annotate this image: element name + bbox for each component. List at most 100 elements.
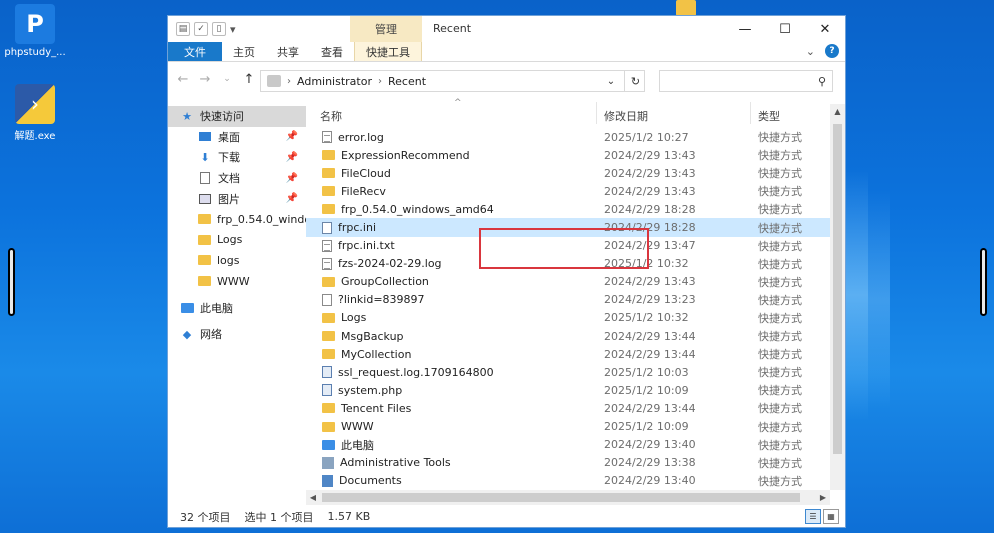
file-row[interactable]: Logs 2025/1/2 10:32 快捷方式 bbox=[306, 309, 830, 327]
file-row[interactable]: GroupCollection 2024/2/29 13:43 快捷方式 bbox=[306, 273, 830, 291]
forward-arrow-icon[interactable]: → bbox=[196, 72, 214, 87]
address-dropdown-icon[interactable]: ⌄ bbox=[600, 70, 622, 92]
file-date: 2024/2/29 13:43 bbox=[604, 184, 696, 198]
file-row[interactable]: WWW 2025/1/2 10:09 快捷方式 bbox=[306, 418, 830, 436]
column-date[interactable]: 修改日期 bbox=[604, 108, 648, 124]
check-icon[interactable]: ✓ bbox=[194, 22, 208, 36]
phpstudy-icon: P bbox=[15, 4, 55, 44]
nav-desktop[interactable]: 桌面 📌 bbox=[168, 127, 306, 148]
status-bar: 32 个项目 选中 1 个项目 1.57 KB ☰ ▦ bbox=[168, 506, 845, 527]
search-box[interactable]: ⚲ bbox=[659, 70, 833, 92]
title-bar[interactable]: ▤ ✓ ▯ ▾ 管理 Recent — ☐ ✕ bbox=[168, 16, 845, 42]
nav-item-label: WWW bbox=[217, 274, 250, 288]
column-type[interactable]: 类型 bbox=[758, 108, 780, 124]
scroll-right-icon[interactable]: ▶ bbox=[816, 490, 830, 505]
tab-home[interactable]: 主页 bbox=[222, 42, 266, 61]
properties-icon[interactable]: ▤ bbox=[176, 22, 190, 36]
file-name-label: FileCloud bbox=[341, 166, 391, 180]
desktop-icon-exe[interactable]: › 解题.exe bbox=[0, 84, 70, 142]
file-date: 2025/1/2 10:09 bbox=[604, 383, 689, 397]
file-name: 此电脑 bbox=[322, 437, 374, 453]
nav-quick-access[interactable]: ★ 快速访问 bbox=[168, 106, 306, 127]
file-name-label: frpc.ini bbox=[338, 221, 377, 235]
nav-documents[interactable]: 文档 📌 bbox=[168, 168, 306, 189]
file-row[interactable]: MyCollection 2024/2/29 13:44 快捷方式 bbox=[306, 345, 830, 363]
file-name: ExpressionRecommend bbox=[322, 149, 470, 162]
address-bar[interactable]: › Administrator › Recent bbox=[260, 70, 645, 92]
up-arrow-icon[interactable]: ↑ bbox=[240, 72, 258, 87]
nav-folder-www[interactable]: WWW bbox=[168, 271, 306, 292]
file-rows: error.log 2025/1/2 10:27 快捷方式 ExpressionRec… bbox=[306, 128, 830, 490]
ribbon-expand-icon[interactable]: ⌄ bbox=[806, 45, 815, 58]
nav-pictures[interactable]: 图片 📌 bbox=[168, 188, 306, 209]
file-row[interactable]: Tencent Files 2024/2/29 13:44 快捷方式 bbox=[306, 399, 830, 417]
desktop-icon-phpstudy[interactable]: P phpstudy_... bbox=[0, 4, 70, 58]
file-row[interactable]: frpc.ini.txt 2024/2/29 13:47 快捷方式 bbox=[306, 237, 830, 255]
file-row[interactable]: Administrative Tools 2024/2/29 13:38 快捷方式 bbox=[306, 454, 830, 472]
details-view-icon[interactable]: ☰ bbox=[805, 509, 821, 524]
file-row[interactable]: error.log 2025/1/2 10:27 快捷方式 bbox=[306, 128, 830, 146]
nav-network[interactable]: ◆ 网络 bbox=[168, 324, 306, 345]
file-name: error.log bbox=[322, 131, 384, 144]
file-date: 2025/1/2 10:27 bbox=[604, 130, 689, 144]
file-row[interactable]: ?linkid=839897 2024/2/29 13:23 快捷方式 bbox=[306, 291, 830, 309]
scroll-left-icon[interactable]: ◀ bbox=[306, 490, 320, 505]
chevron-right-icon[interactable]: › bbox=[378, 76, 382, 87]
tab-shortcut-tools[interactable]: 快捷工具 bbox=[354, 42, 422, 61]
nav-folder-logs-lower[interactable]: logs bbox=[168, 250, 306, 271]
desktop-icon-label: phpstudy_... bbox=[4, 47, 66, 58]
tab-share[interactable]: 共享 bbox=[266, 42, 310, 61]
refresh-icon[interactable]: ↻ bbox=[624, 70, 646, 92]
large-icons-view-icon[interactable]: ▦ bbox=[823, 509, 839, 524]
qat-dropdown-icon[interactable]: ▾ bbox=[230, 23, 236, 36]
column-name[interactable]: 名称 bbox=[320, 108, 342, 124]
new-folder-icon[interactable]: ▯ bbox=[212, 22, 226, 36]
chevron-right-icon[interactable]: › bbox=[287, 76, 291, 87]
file-row[interactable]: FileRecv 2024/2/29 13:43 快捷方式 bbox=[306, 182, 830, 200]
help-icon[interactable]: ? bbox=[825, 44, 839, 58]
file-row[interactable]: system.php 2025/1/2 10:09 快捷方式 bbox=[306, 381, 830, 399]
nav-this-pc[interactable]: 此电脑 bbox=[168, 297, 306, 318]
scroll-up-icon[interactable]: ▲ bbox=[830, 104, 845, 118]
file-row[interactable]: Documents 2024/2/29 13:40 快捷方式 bbox=[306, 472, 830, 490]
tab-file[interactable]: 文件 bbox=[168, 42, 222, 61]
horizontal-scroll-thumb[interactable] bbox=[322, 493, 800, 502]
folder-icon bbox=[198, 276, 211, 287]
vertical-scroll-thumb[interactable] bbox=[833, 124, 842, 454]
nav-item-label: 桌面 bbox=[218, 130, 240, 144]
file-date: 2025/1/2 10:32 bbox=[604, 257, 689, 271]
horizontal-scrollbar[interactable]: ◀ ▶ bbox=[306, 490, 830, 505]
file-row[interactable]: FileCloud 2024/2/29 13:43 快捷方式 bbox=[306, 164, 830, 182]
right-edge-handle[interactable] bbox=[980, 248, 987, 316]
file-row[interactable]: 此电脑 2024/2/29 13:40 快捷方式 bbox=[306, 436, 830, 454]
file-type: 快捷方式 bbox=[758, 185, 802, 199]
tab-view[interactable]: 查看 bbox=[310, 42, 354, 61]
close-button[interactable]: ✕ bbox=[805, 16, 845, 42]
file-type: 快捷方式 bbox=[758, 257, 802, 271]
back-arrow-icon[interactable]: ← bbox=[174, 72, 192, 87]
file-row[interactable]: ssl_request.log.1709164800 2025/1/2 10:03… bbox=[306, 363, 830, 381]
minimize-button[interactable]: — bbox=[725, 16, 765, 42]
file-name-label: Tencent Files bbox=[341, 401, 412, 415]
nav-downloads[interactable]: ⬇ 下载 📌 bbox=[168, 147, 306, 168]
recent-locations-icon[interactable]: ⌄ bbox=[218, 74, 236, 84]
file-type: 快捷方式 bbox=[758, 420, 802, 434]
file-row[interactable]: MsgBackup 2024/2/29 13:44 快捷方式 bbox=[306, 327, 830, 345]
left-edge-handle[interactable] bbox=[8, 248, 15, 316]
file-name-label: ssl_request.log.1709164800 bbox=[338, 365, 494, 379]
manage-context-tab[interactable]: 管理 bbox=[350, 16, 422, 42]
vertical-scrollbar[interactable]: ▲ bbox=[830, 104, 845, 490]
file-row[interactable]: ExpressionRecommend 2024/2/29 13:43 快捷方式 bbox=[306, 146, 830, 164]
file-row[interactable]: frpc.ini 2024/2/29 18:28 快捷方式 bbox=[306, 218, 830, 237]
nav-folder-logs[interactable]: Logs bbox=[168, 230, 306, 251]
file-name-label: ExpressionRecommend bbox=[341, 148, 470, 162]
nav-folder-frp[interactable]: frp_0.54.0_window bbox=[168, 209, 306, 230]
file-date: 2025/1/2 10:09 bbox=[604, 420, 689, 434]
explorer-window: ▤ ✓ ▯ ▾ 管理 Recent — ☐ ✕ 文件 主页 共享 查看 快捷工具… bbox=[168, 16, 845, 527]
breadcrumb-administrator[interactable]: Administrator bbox=[297, 75, 372, 88]
sort-ascending-icon: ^ bbox=[454, 98, 462, 108]
file-row[interactable]: fzs-2024-02-29.log 2025/1/2 10:32 快捷方式 bbox=[306, 255, 830, 273]
breadcrumb-recent[interactable]: Recent bbox=[388, 75, 426, 88]
maximize-button[interactable]: ☐ bbox=[765, 16, 805, 42]
file-row[interactable]: frp_0.54.0_windows_amd64 2024/2/29 18:28 快… bbox=[306, 200, 830, 218]
